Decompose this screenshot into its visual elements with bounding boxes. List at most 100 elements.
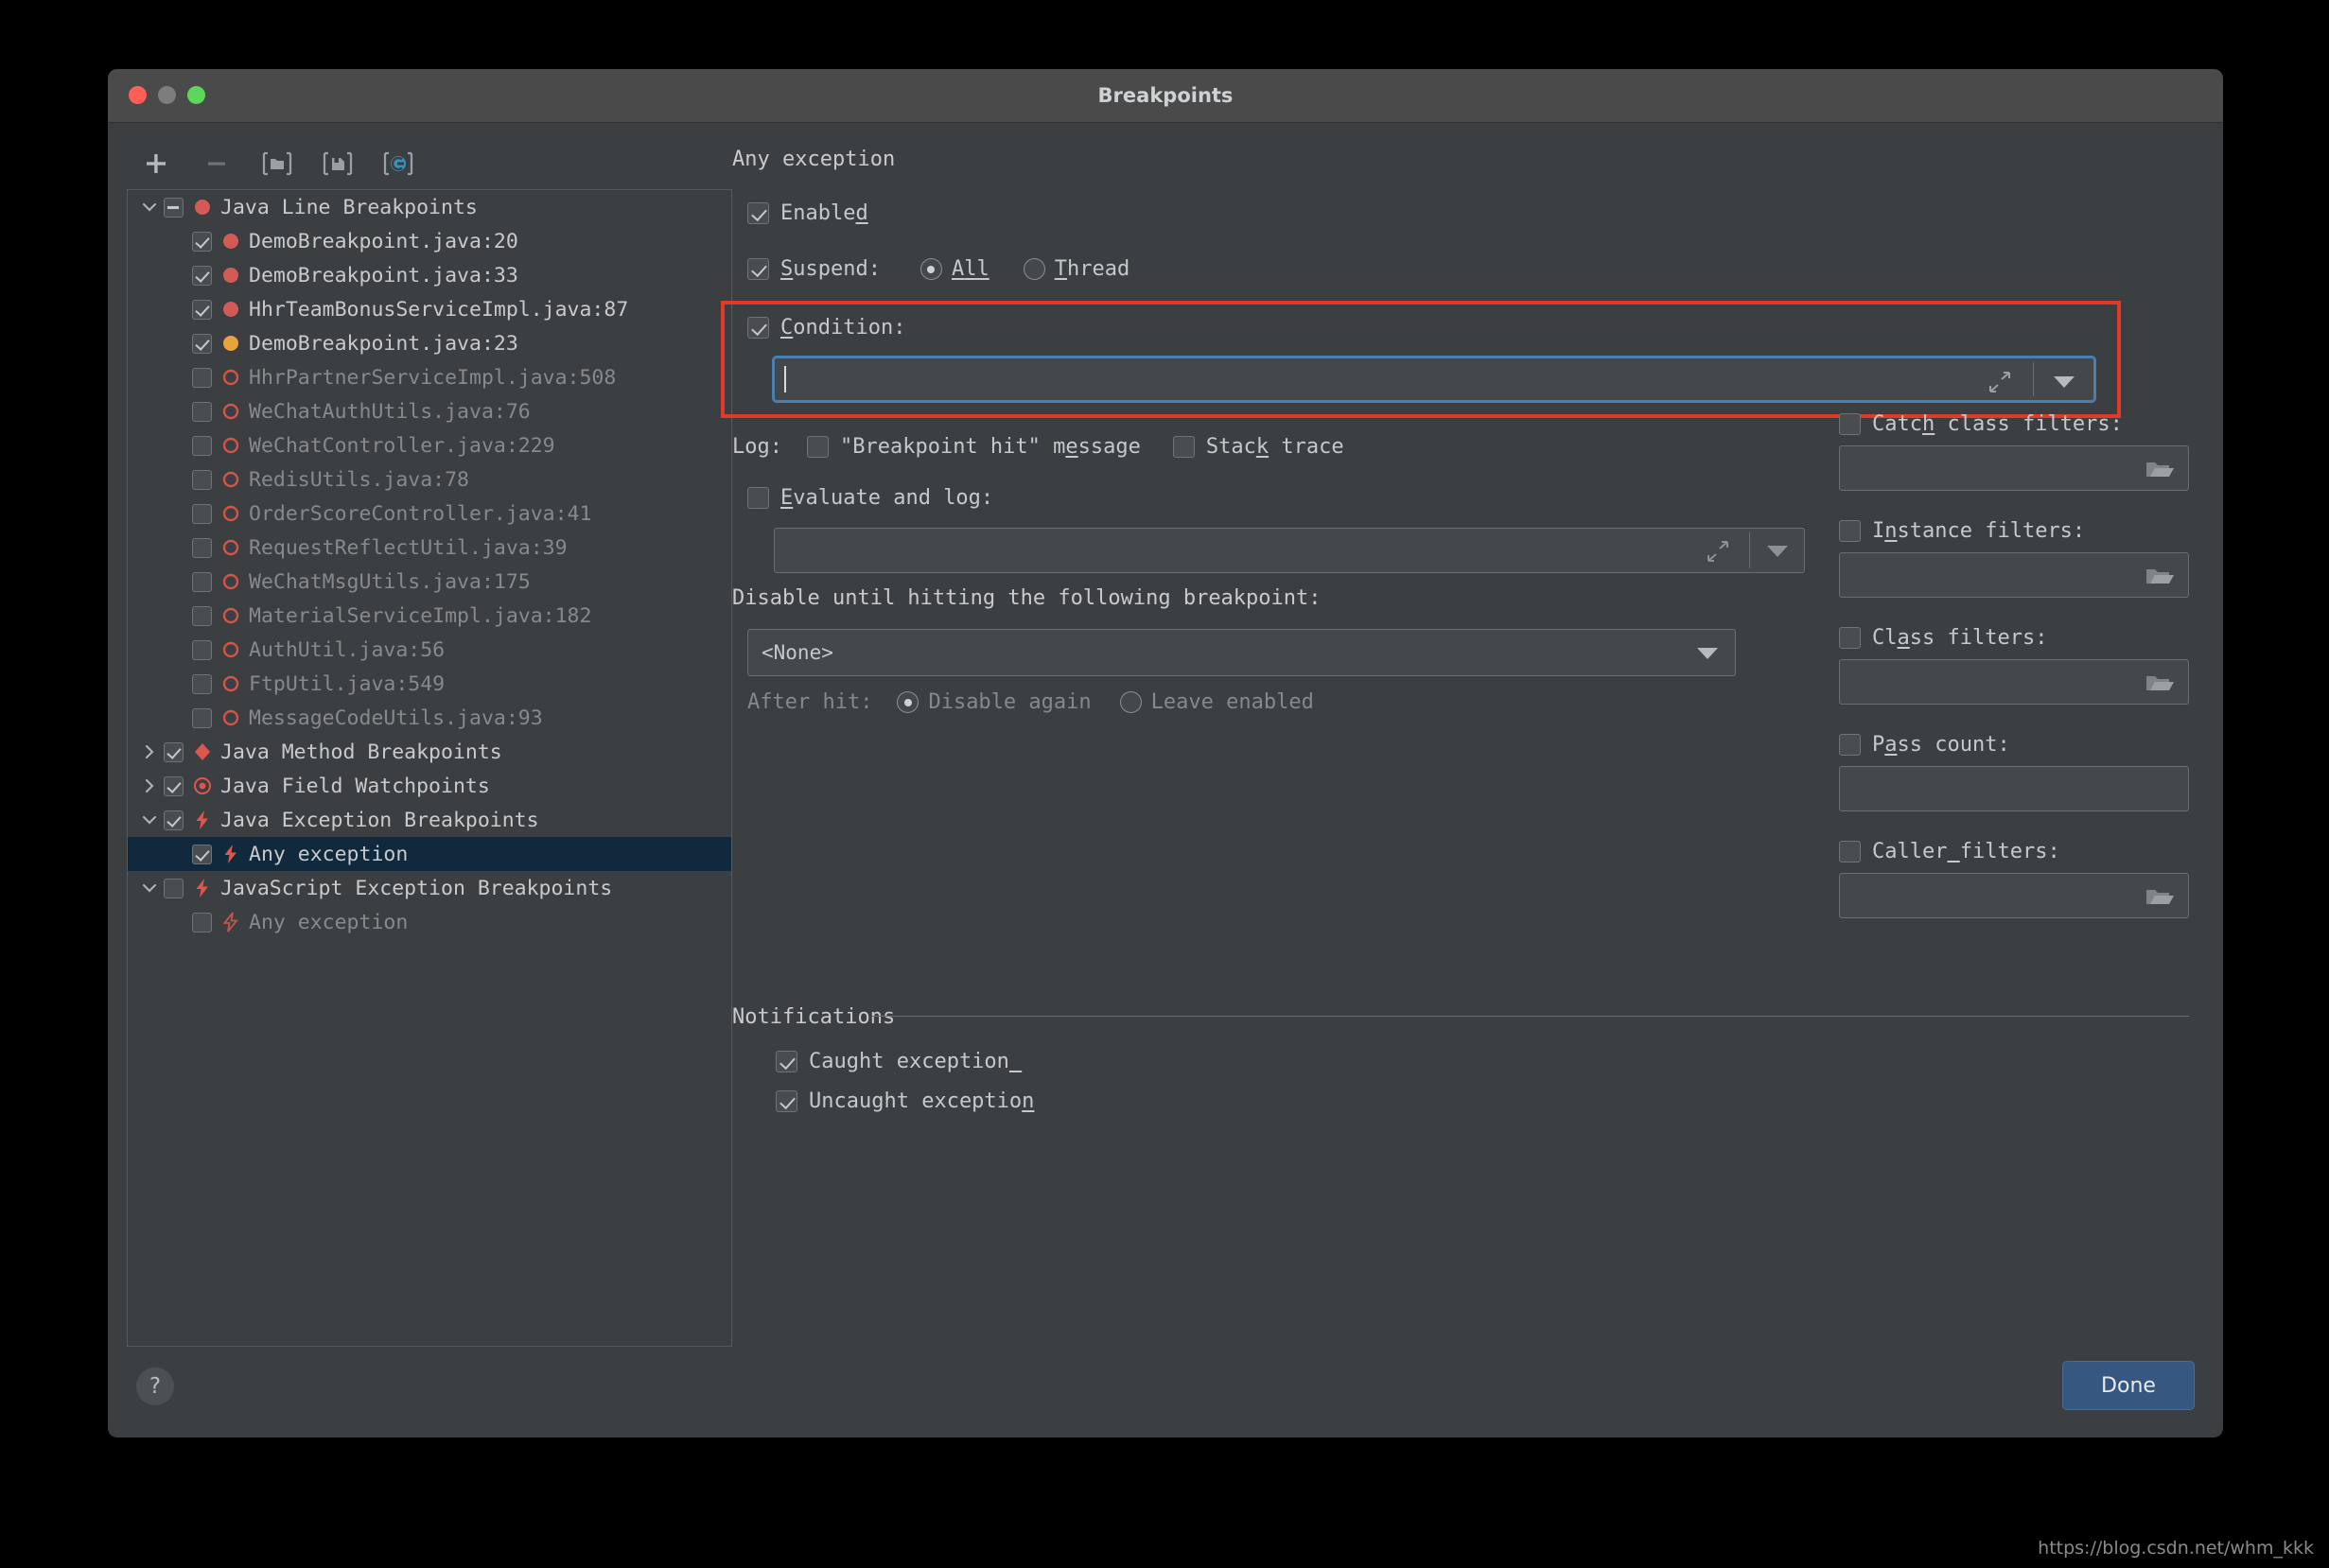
- uncaught-exception-checkbox[interactable]: [776, 1090, 797, 1112]
- evaluate-and-log-checkbox[interactable]: [747, 487, 769, 509]
- filter-input[interactable]: [1839, 659, 2189, 705]
- caught-exception-row[interactable]: Caught exception: [776, 1050, 1022, 1073]
- tree-item-row[interactable]: MaterialServiceImpl.java:182: [128, 599, 731, 633]
- enabled-checkbox[interactable]: [747, 202, 769, 224]
- tree-item-checkbox[interactable]: [192, 300, 212, 320]
- enabled-row[interactable]: Enabled: [747, 201, 868, 225]
- folder-open-icon[interactable]: [2145, 458, 2175, 480]
- tree-item-row[interactable]: AuthUtil.java:56: [128, 633, 731, 667]
- filter-input[interactable]: [1839, 873, 2189, 918]
- tree-item-checkbox[interactable]: [192, 504, 212, 524]
- tree-item-checkbox[interactable]: [192, 708, 212, 728]
- tree-item-checkbox[interactable]: [192, 538, 212, 558]
- evaluate-and-log-row[interactable]: Evaluate and log:: [747, 486, 993, 510]
- condition-checkbox[interactable]: [747, 317, 769, 339]
- folder-open-icon[interactable]: [2145, 565, 2175, 587]
- tree-item-row[interactable]: DemoBreakpoint.java:33: [128, 258, 731, 292]
- condition-row[interactable]: Condition:: [747, 316, 905, 340]
- filter-input[interactable]: [1839, 766, 2189, 811]
- after-hit-disable-again-option[interactable]: Disable again: [897, 690, 1091, 714]
- chevron-down-icon[interactable]: [140, 198, 159, 217]
- tree-group-row[interactable]: JavaScript Exception Breakpoints: [128, 871, 731, 905]
- tree-twisty[interactable]: [135, 742, 164, 761]
- tree-item-checkbox[interactable]: [192, 845, 212, 864]
- folder-open-icon[interactable]: [2145, 671, 2175, 694]
- expand-arrows-icon[interactable]: [1988, 371, 2012, 393]
- done-button[interactable]: Done: [2062, 1361, 2195, 1410]
- tree-item-row[interactable]: HhrTeamBonusServiceImpl.java:87: [128, 292, 731, 326]
- suspend-thread-radio[interactable]: [1024, 258, 1045, 280]
- uncaught-exception-row[interactable]: Uncaught exception: [776, 1089, 1034, 1113]
- log-message-option[interactable]: "Breakpoint hit" message: [807, 435, 1141, 459]
- disable-again-radio[interactable]: [897, 691, 919, 713]
- tree-group-checkbox[interactable]: [164, 198, 184, 218]
- filter-checkbox[interactable]: [1839, 841, 1861, 862]
- tree-item-row[interactable]: WeChatMsgUtils.java:175: [128, 565, 731, 599]
- disable-until-combo[interactable]: <None>: [747, 629, 1736, 676]
- tree-item-row[interactable]: Any exception: [128, 837, 731, 871]
- tree-item-checkbox[interactable]: [192, 266, 212, 286]
- tree-item-row[interactable]: HhrPartnerServiceImpl.java:508: [128, 360, 731, 394]
- evaluate-dropdown-icon[interactable]: [1767, 546, 1788, 557]
- filter-checkbox-row[interactable]: Caller filters:: [1839, 840, 2189, 863]
- tree-item-row[interactable]: FtpUtil.java:549: [128, 667, 731, 701]
- filter-input[interactable]: [1839, 445, 2189, 491]
- caught-exception-checkbox[interactable]: [776, 1051, 797, 1072]
- filter-checkbox-row[interactable]: Pass count:: [1839, 733, 2189, 757]
- tree-twisty[interactable]: [135, 879, 164, 897]
- chevron-right-icon[interactable]: [140, 776, 159, 795]
- suspend-all-option[interactable]: All: [920, 257, 989, 281]
- breakpoints-tree[interactable]: Java Line BreakpointsDemoBreakpoint.java…: [127, 189, 732, 1347]
- suspend-all-radio[interactable]: [920, 258, 942, 280]
- suspend-checkbox[interactable]: [747, 258, 769, 280]
- filter-input[interactable]: [1839, 552, 2189, 598]
- tree-item-checkbox[interactable]: [192, 232, 212, 252]
- tree-item-row[interactable]: RequestReflectUtil.java:39: [128, 531, 731, 565]
- chevron-down-icon[interactable]: [140, 810, 159, 829]
- condition-input[interactable]: [772, 356, 2096, 403]
- remove-breakpoint-button[interactable]: [201, 148, 233, 180]
- tree-item-row[interactable]: DemoBreakpoint.java:20: [128, 224, 731, 258]
- tree-item-checkbox[interactable]: [192, 913, 212, 932]
- expand-arrows-icon[interactable]: [1706, 540, 1730, 563]
- filter-checkbox[interactable]: [1839, 520, 1861, 542]
- chevron-down-icon[interactable]: [140, 879, 159, 897]
- evaluate-and-log-input[interactable]: [774, 528, 1805, 573]
- filter-checkbox[interactable]: [1839, 627, 1861, 649]
- after-hit-leave-enabled-option[interactable]: Leave enabled: [1120, 690, 1314, 714]
- help-button[interactable]: ?: [136, 1368, 174, 1405]
- add-breakpoint-button[interactable]: [140, 148, 172, 180]
- tree-item-row[interactable]: OrderScoreController.java:41: [128, 497, 731, 531]
- tree-item-checkbox[interactable]: [192, 674, 212, 694]
- tree-item-checkbox[interactable]: [192, 572, 212, 592]
- disable-until-dropdown-icon[interactable]: [1697, 648, 1718, 659]
- tree-group-row[interactable]: Java Field Watchpoints: [128, 769, 731, 803]
- tree-group-checkbox[interactable]: [164, 810, 184, 830]
- tree-item-checkbox[interactable]: [192, 436, 212, 456]
- filter-checkbox[interactable]: [1839, 413, 1861, 435]
- leave-enabled-radio[interactable]: [1120, 691, 1142, 713]
- tree-item-row[interactable]: RedisUtils.java:78: [128, 462, 731, 497]
- tree-group-checkbox[interactable]: [164, 879, 184, 898]
- tree-item-row[interactable]: WeChatController.java:229: [128, 428, 731, 462]
- tree-item-row[interactable]: MessageCodeUtils.java:93: [128, 701, 731, 735]
- log-message-checkbox[interactable]: [807, 436, 829, 458]
- tree-twisty[interactable]: [135, 810, 164, 829]
- tree-item-checkbox[interactable]: [192, 334, 212, 354]
- stack-trace-option[interactable]: Stack trace: [1173, 435, 1344, 459]
- tree-group-row[interactable]: Java Method Breakpoints: [128, 735, 731, 769]
- filter-checkbox-row[interactable]: Instance filters:: [1839, 519, 2189, 543]
- mute-breakpoints-button[interactable]: [382, 148, 414, 180]
- tree-group-checkbox[interactable]: [164, 742, 184, 762]
- suspend-thread-option[interactable]: Thread: [1024, 257, 1129, 281]
- tree-item-checkbox[interactable]: [192, 470, 212, 490]
- open-group-button[interactable]: [261, 148, 293, 180]
- condition-dropdown-icon[interactable]: [2054, 376, 2075, 388]
- tree-group-row[interactable]: Java Line Breakpoints: [128, 190, 731, 224]
- tree-twisty[interactable]: [135, 776, 164, 795]
- filter-checkbox[interactable]: [1839, 734, 1861, 756]
- tree-item-row[interactable]: Any exception: [128, 905, 731, 939]
- chevron-right-icon[interactable]: [140, 742, 159, 761]
- folder-open-icon[interactable]: [2145, 885, 2175, 908]
- tree-group-checkbox[interactable]: [164, 776, 184, 796]
